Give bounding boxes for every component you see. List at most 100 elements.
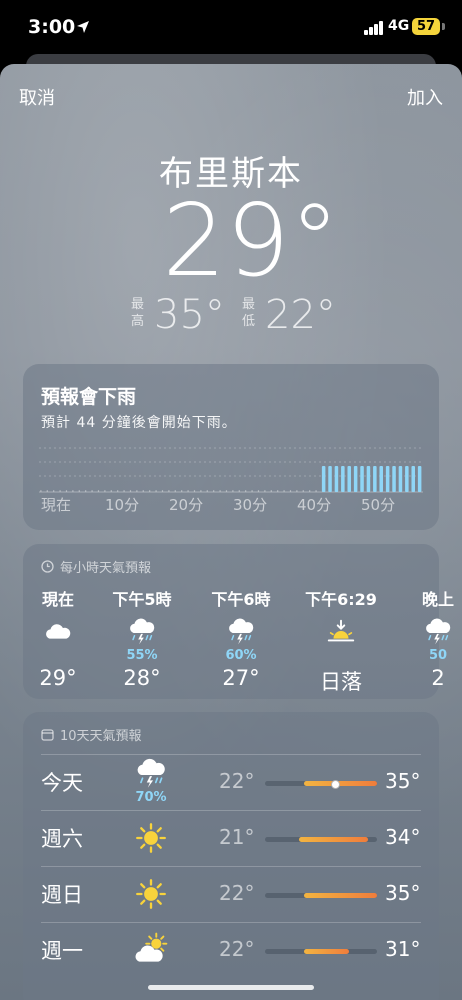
precipitation-minute-tick bbox=[149, 490, 151, 492]
hourly-time: 下午5時 bbox=[112, 590, 172, 609]
low-value: 22° bbox=[265, 292, 336, 338]
precipitation-minute-tick bbox=[40, 490, 42, 492]
add-button[interactable]: 加入 bbox=[407, 84, 443, 110]
precipitation-bar bbox=[366, 466, 371, 492]
temperature-range-bar bbox=[304, 949, 349, 954]
precipitation-minute-tick bbox=[142, 490, 144, 492]
precipitation-minute-tick bbox=[219, 490, 221, 492]
daily-low: 21° bbox=[219, 825, 255, 849]
precipitation-bar bbox=[411, 466, 415, 492]
cloud-icon bbox=[46, 624, 71, 639]
current-temperature: 29° bbox=[162, 182, 340, 299]
precipitation-bar bbox=[379, 466, 383, 492]
precipitation-minute-tick bbox=[46, 490, 48, 492]
precipitation-tick-label: 40分 bbox=[297, 496, 332, 514]
calendar-icon bbox=[41, 729, 54, 741]
precipitation-minute-tick bbox=[78, 490, 80, 492]
hourly-header: 每小時天氣預報 bbox=[41, 557, 151, 576]
precipitation-tick-label: 現在 bbox=[41, 496, 72, 514]
daily-high: 31° bbox=[385, 937, 421, 961]
hourly-time: 下午6時 bbox=[211, 590, 271, 609]
precipitation-minute-tick bbox=[289, 490, 292, 492]
daily-row[interactable]: 週日 22° 35° bbox=[23, 866, 439, 922]
precipitation-minute-tick bbox=[277, 490, 279, 492]
cellular-signal-icon bbox=[364, 21, 384, 35]
precipitation-minute-tick bbox=[225, 490, 228, 492]
precipitation-time-axis: 現在 10分 20分 30分 40分 50分 bbox=[39, 494, 423, 516]
temperature-range-track bbox=[265, 780, 377, 789]
precipitation-minute-tick bbox=[123, 490, 125, 492]
precipitation-minute-tick bbox=[264, 490, 266, 492]
daily-high: 35° bbox=[385, 769, 421, 793]
sun-icon bbox=[136, 879, 166, 909]
hourly-time: 下午6:29 bbox=[305, 590, 377, 609]
precipitation-bar bbox=[321, 466, 326, 492]
network-type: 4G bbox=[388, 18, 410, 34]
precipitation-bar bbox=[398, 466, 403, 492]
low-label: 最低 bbox=[242, 297, 256, 329]
precipitation-bar bbox=[373, 466, 377, 492]
precipitation-minute-tick bbox=[270, 490, 272, 492]
battery-icon: 57 bbox=[412, 18, 440, 35]
thunderstorm-rain-icon bbox=[137, 758, 165, 788]
row-divider bbox=[41, 754, 421, 755]
precipitation-minute-tick bbox=[53, 490, 55, 492]
battery-tip bbox=[442, 23, 445, 30]
status-bar: 3:00 4G 57 bbox=[0, 0, 462, 56]
precipitation-minute-tick bbox=[283, 490, 285, 492]
hourly-header-label: 每小時天氣預報 bbox=[60, 561, 152, 576]
precipitation-bar bbox=[328, 466, 332, 492]
precipitation-tick-label: 50分 bbox=[361, 496, 396, 514]
precipitation-minute-tick bbox=[129, 490, 132, 492]
hourly-item: 現在 29° bbox=[18, 586, 98, 690]
clock-icon bbox=[41, 560, 54, 573]
daily-row[interactable]: 今天 70% 22° 35° bbox=[23, 754, 439, 810]
precipitation-tick-label: 30分 bbox=[233, 496, 268, 514]
day-name: 今天 bbox=[41, 771, 83, 795]
precipitation-card[interactable]: 預報會下雨 預計 44 分鐘後會開始下雨。 現在 10分 20分 30分 40分 50分 bbox=[23, 364, 439, 530]
daily-row[interactable]: 週一 22° 31° bbox=[23, 922, 439, 978]
status-time: 3:00 bbox=[28, 16, 76, 38]
location-arrow-icon bbox=[77, 21, 89, 33]
daily-low: 22° bbox=[219, 937, 255, 961]
precipitation-minute-tick bbox=[302, 490, 304, 492]
high-value: 35° bbox=[154, 292, 225, 338]
daily-precip-chance: 70% bbox=[135, 790, 167, 805]
precipitation-title: 預報會下雨 bbox=[41, 386, 137, 408]
precipitation-minute-tick bbox=[168, 490, 170, 492]
temperature-range-track bbox=[265, 837, 377, 842]
precipitation-minute-tick bbox=[161, 490, 164, 492]
precipitation-minute-tick bbox=[181, 490, 183, 492]
precipitation-bar bbox=[392, 466, 396, 492]
precipitation-tick-label: 20分 bbox=[169, 496, 204, 514]
daily-high: 35° bbox=[385, 881, 421, 905]
cancel-button[interactable]: 取消 bbox=[19, 84, 55, 110]
hourly-temperature: 2 bbox=[431, 666, 445, 690]
row-divider bbox=[41, 810, 421, 811]
hourly-item: 下午5時 55% 28° bbox=[102, 586, 182, 690]
high-label: 最高 bbox=[131, 297, 145, 329]
thunderstorm-rain-icon bbox=[229, 618, 254, 645]
precipitation-minute-tick bbox=[232, 490, 234, 492]
precipitation-subtitle: 預計 44 分鐘後會開始下雨。 bbox=[41, 415, 237, 431]
hourly-time: 現在 bbox=[41, 590, 74, 609]
precipitation-minute-tick bbox=[309, 490, 311, 492]
precipitation-minute-tick bbox=[72, 490, 74, 492]
hourly-forecast-card[interactable]: 每小時天氣預報 現在 29° 下午5時 55% 28° 下午6時 60% 27° 下午6:29 日… bbox=[23, 544, 454, 699]
precipitation-minute-tick bbox=[110, 490, 112, 492]
precipitation-bar bbox=[360, 466, 364, 492]
home-indicator[interactable] bbox=[148, 985, 314, 990]
daily-row[interactable]: 週六 21° 34° bbox=[23, 810, 439, 866]
precipitation-tick-label: 10分 bbox=[105, 496, 140, 514]
ten-day-forecast-card[interactable]: 10天天氣預報 今天 70% 22° 35° 週六 21° 34° 週日 22° 35° 週一 22°… bbox=[23, 712, 439, 1000]
day-name: 週日 bbox=[41, 883, 83, 907]
precipitation-minute-tick bbox=[91, 490, 93, 492]
precipitation-bar bbox=[417, 466, 422, 492]
temperature-range-bar bbox=[304, 893, 377, 898]
precipitation-minute-tick bbox=[97, 490, 100, 492]
hourly-time: 晚上 bbox=[421, 590, 454, 609]
current-temp-marker bbox=[330, 780, 340, 789]
precipitation-minute-tick bbox=[238, 490, 240, 492]
thunderstorm-rain-icon bbox=[130, 618, 155, 645]
precipitation-minute-tick bbox=[155, 490, 157, 492]
